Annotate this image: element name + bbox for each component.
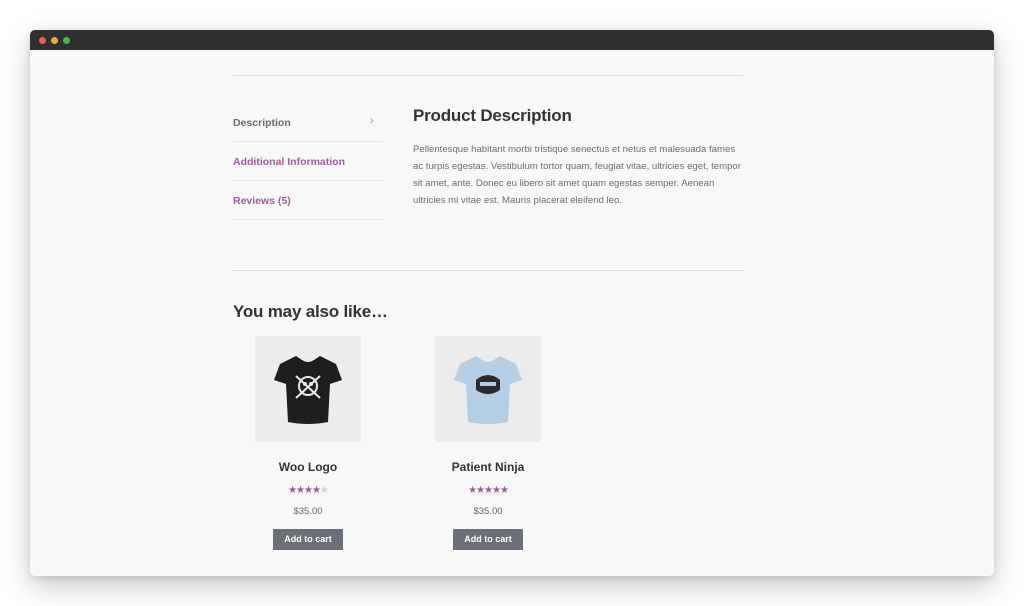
product-price: $35.00	[473, 506, 503, 517]
star-icon: ★	[296, 485, 305, 496]
window-titlebar	[30, 30, 994, 50]
star-icon: ★	[499, 485, 509, 496]
star-icon: ★	[304, 485, 313, 496]
star-icon: ★	[311, 485, 321, 496]
star-icon: ★	[288, 485, 297, 496]
add-to-cart-button[interactable]: Add to cart	[273, 529, 343, 550]
product-image-woo-logo[interactable]	[255, 336, 361, 442]
chevron-right-icon: ›	[370, 115, 374, 127]
tab-additional-information[interactable]: Additional Information	[233, 155, 383, 169]
product-name[interactable]: Patient Ninja	[408, 460, 568, 474]
product-name[interactable]: Woo Logo	[228, 460, 388, 474]
browser-window: Description › Additional Information Rev…	[30, 30, 994, 576]
product-rating: ★★★★★	[228, 485, 388, 497]
related-products-title: You may also like…	[233, 302, 388, 321]
minimize-window-icon[interactable]	[51, 37, 58, 44]
description-body: Pellentesque habitant morbi tristique se…	[413, 144, 741, 206]
tab-reviews[interactable]: Reviews (5)	[233, 194, 383, 208]
close-window-icon[interactable]	[39, 37, 46, 44]
tab-separator	[233, 219, 383, 220]
add-to-cart-button[interactable]: Add to cart	[453, 529, 523, 550]
star-icon: ★	[491, 485, 501, 496]
description-title: Product Description	[413, 106, 572, 125]
tab-separator	[233, 180, 383, 181]
top-divider	[233, 75, 743, 76]
tab-description[interactable]: Description	[233, 116, 383, 130]
tab-description-label: Description	[233, 117, 291, 129]
tshirt-icon	[274, 356, 342, 424]
product-rating: ★★★★★	[408, 485, 568, 497]
star-icon: ★	[468, 485, 477, 496]
maximize-window-icon[interactable]	[63, 37, 70, 44]
tshirt-icon	[454, 356, 522, 424]
star-icon: ★	[476, 485, 485, 496]
tab-separator	[233, 141, 383, 142]
product-image-patient-ninja[interactable]	[435, 336, 541, 442]
tab-additional-information-label: Additional Information	[233, 156, 345, 168]
star-icon: ★	[484, 485, 493, 496]
section-divider	[233, 270, 743, 271]
star-empty-icon: ★	[319, 485, 329, 496]
product-price: $35.00	[293, 506, 323, 517]
tab-reviews-label: Reviews (5)	[233, 195, 291, 207]
